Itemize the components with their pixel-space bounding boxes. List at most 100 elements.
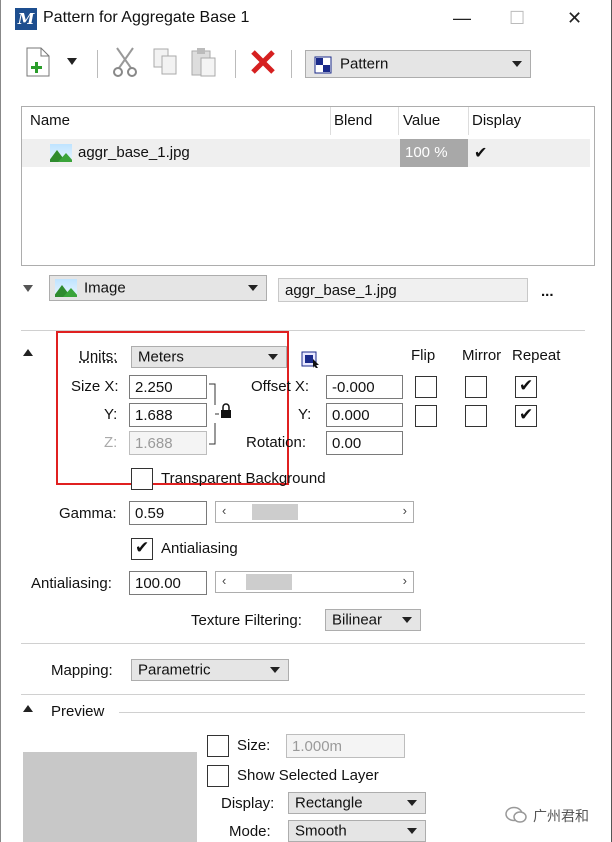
image-file-field[interactable]: aggr_base_1.jpg [278,278,528,302]
toolbar-separator [235,50,236,78]
image-type-select[interactable]: Image [49,275,267,301]
gamma-value: 0.59 [135,505,165,522]
section-divider [119,712,585,713]
minimize-button[interactable]: — [453,8,471,29]
size-y-input[interactable]: 1.688 [129,403,207,427]
texture-filtering-label: Texture Filtering: [191,612,302,629]
collapse-units-icon[interactable] [23,349,33,356]
app-logo-icon: M [15,8,37,30]
flip-y-checkbox[interactable] [415,405,437,427]
repeat-x-checkbox[interactable]: ✔ [515,376,537,398]
column-header-display[interactable]: Display [472,112,521,129]
offset-x-value: -0.000 [332,379,375,396]
rotation-value: 0.00 [332,435,362,452]
mapping-select[interactable]: Parametric [131,659,289,681]
slider-left-icon[interactable]: ‹ [222,573,226,588]
preview-mode-label: Mode: [229,823,271,840]
toolbar-separator [97,50,98,78]
window-title: Pattern for Aggregate Base 1 [43,9,250,26]
size-x-input[interactable]: 2.250 [129,375,207,399]
offset-y-value: 0.000 [332,407,370,424]
column-header-blend[interactable]: Blend [334,112,372,129]
chevron-down-icon [402,617,412,623]
preview-display-value: Rectangle [295,794,363,812]
preview-size-input: 1.000m [286,734,405,758]
antialiasing-slider-thumb[interactable] [246,574,292,590]
maximize-button[interactable]: ☐ [509,8,525,29]
chevron-down-icon [512,61,522,67]
size-z-input: 1.688 [129,431,207,455]
row-value-cell[interactable]: 100 % [400,139,468,167]
preview-canvas[interactable] [23,752,197,842]
slider-right-icon[interactable]: › [403,573,407,588]
dialog-window: M Pattern for Aggregate Base 1 — ☐ ✕ Pat… [0,0,612,842]
new-icon[interactable] [23,46,55,78]
size-z-value: 1.688 [135,435,173,452]
antialiasing-input[interactable]: 100.00 [129,571,207,595]
table-row[interactable]: aggr_base_1.jpg 100 % ✔ [22,139,590,167]
copy-icon[interactable] [151,46,181,78]
image-file-value: aggr_base_1.jpg [285,282,397,299]
offset-y-input[interactable]: 0.000 [326,403,403,427]
antialiasing-checkbox[interactable]: ✔ [131,538,153,560]
browse-button[interactable]: ... [541,283,554,300]
column-header-name[interactable]: Name [30,112,70,129]
show-selected-layer-checkbox[interactable] [207,765,229,787]
rotation-input[interactable]: 0.00 [326,431,403,455]
new-dropdown-icon[interactable] [67,58,77,65]
texture-filtering-select[interactable]: Bilinear [325,609,421,631]
collapse-preview-icon[interactable] [23,705,33,712]
transparent-background-checkbox[interactable] [131,468,153,490]
gamma-slider[interactable]: ‹ › [215,501,414,523]
texture-filtering-value: Bilinear [332,611,383,629]
toolbar-separator [291,50,292,78]
rotation-label: Rotation: [246,434,307,451]
section-divider [21,643,585,644]
mirror-x-checkbox[interactable] [465,376,487,398]
gamma-slider-thumb[interactable] [252,504,298,520]
slider-right-icon[interactable]: › [403,503,407,518]
pattern-icon [314,56,332,74]
size-y-value: 1.688 [135,407,173,424]
watermark-text: 广州君和 [533,809,589,825]
size-z-label: Z: [104,434,118,451]
preview-size-value: 1.000m [292,738,343,755]
checkmark-icon: ✔ [519,405,534,424]
materials-table: Name Blend Value Display aggr_base_1.jpg… [21,106,595,266]
units-settings-icon[interactable] [301,349,321,369]
image-type-icon [55,279,77,297]
preview-size-checkbox[interactable] [207,735,229,757]
mode-select-value: Pattern [340,55,389,73]
preview-mode-select[interactable]: Smooth [288,820,426,842]
row-name: aggr_base_1.jpg [78,144,190,161]
mode-select[interactable]: Pattern [305,50,531,78]
collapse-image-icon[interactable] [23,285,33,292]
gamma-input[interactable]: 0.59 [129,501,207,525]
paste-icon[interactable] [189,46,219,78]
column-header-value[interactable]: Value [403,112,440,129]
slider-left-icon[interactable]: ‹ [222,503,226,518]
row-value: 100 % [405,144,448,161]
preview-size-label: Size: [237,737,271,754]
offset-y-label: Y: [298,406,312,423]
image-type-value: Image [84,279,126,297]
size-x-value: 2.250 [135,379,173,396]
mapping-label: Mapping: [51,662,113,679]
title-bar: M Pattern for Aggregate Base 1 — ☐ ✕ [1,0,611,36]
flip-x-checkbox[interactable] [415,376,437,398]
offset-x-input[interactable]: -0.000 [326,375,403,399]
show-selected-layer-label: Show Selected Layer [237,767,379,784]
repeat-y-checkbox[interactable]: ✔ [515,405,537,427]
size-x-label: Size X: [71,378,119,395]
antialiasing-slider[interactable]: ‹ › [215,571,414,593]
close-button[interactable]: ✕ [567,8,582,29]
cut-icon[interactable] [109,46,141,78]
delete-icon[interactable] [249,48,277,76]
preview-title: Preview [51,703,105,720]
row-display-check[interactable]: ✔ [474,143,487,163]
offset-x-label: Offset X: [251,378,310,395]
preview-display-select[interactable]: Rectangle [288,792,426,814]
units-select[interactable]: Meters [131,346,287,368]
mirror-y-checkbox[interactable] [465,405,487,427]
checkmark-icon: ✔ [135,538,150,557]
